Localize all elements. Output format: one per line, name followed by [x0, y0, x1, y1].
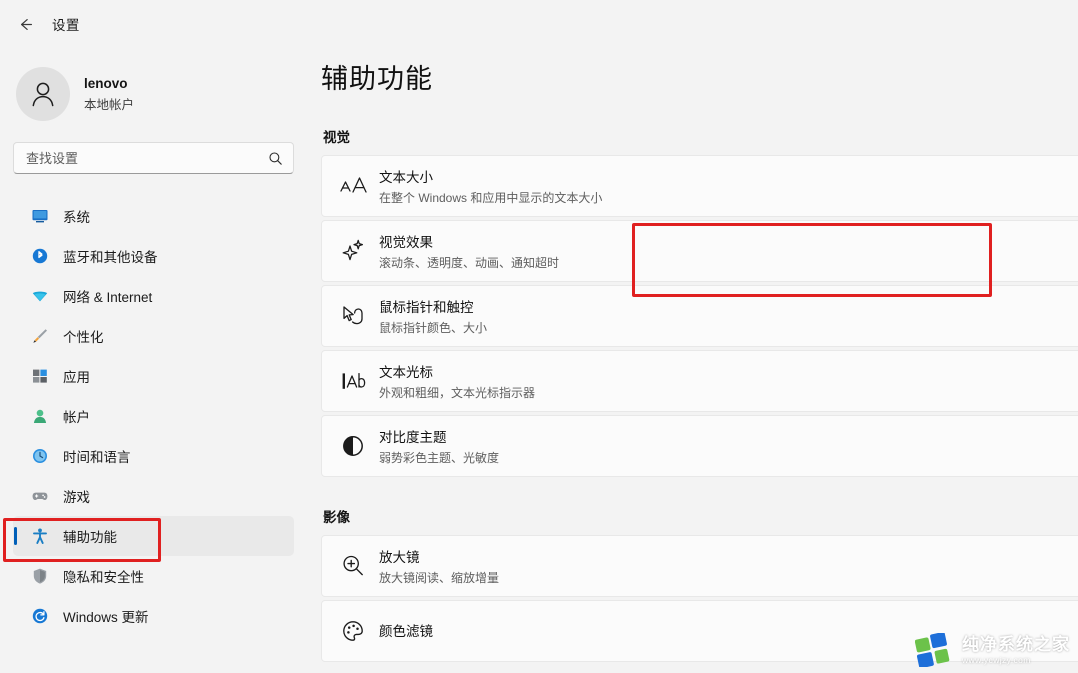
section-heading: 影像 [323, 510, 350, 525]
card-subtitle: 弱势彩色主题、光敏度 [379, 451, 500, 465]
account-card[interactable]: lenovo 本地帐户 [0, 48, 310, 126]
sidebar-item-label: 辅助功能 [63, 530, 117, 545]
back-arrow-icon[interactable] [10, 9, 40, 39]
text-size-aa-icon [339, 173, 379, 199]
mouse-pointer-icon [339, 302, 379, 330]
settings-card-row: 文本光标 外观和粗细，文本光标指示器 [321, 350, 1078, 412]
sidebar-item-7[interactable]: 时间和语言 [13, 436, 294, 476]
settings-window: 设置 lenovo 本地帐户 查找设置 系统 蓝牙和其他设备 网络 & Inte… [0, 0, 1078, 673]
settings-card[interactable]: 放大镜 放大镜阅读、缩放增量 [321, 535, 1078, 597]
gamepad-icon [31, 487, 49, 505]
settings-content: 辅助功能 视觉 文本大小 在整个 Windows 和应用中显示的文本大小 视觉效… [310, 0, 1078, 673]
card-title: 对比度主题 [379, 430, 447, 445]
settings-sections: 视觉 文本大小 在整个 Windows 和应用中显示的文本大小 视觉效果 滚动条… [321, 126, 1078, 662]
apps-icon [31, 367, 49, 385]
section-heading: 视觉 [323, 130, 350, 145]
settings-card-row: 鼠标指针和触控 鼠标指针颜色、大小 [321, 285, 1078, 347]
sidebar-item-label: 应用 [63, 370, 90, 385]
settings-card-row: 对比度主题 弱势彩色主题、光敏度 [321, 415, 1078, 477]
search-icon[interactable] [268, 151, 283, 166]
card-subtitle: 滚动条、透明度、动画、通知超时 [379, 256, 560, 270]
card-subtitle: 鼠标指针颜色、大小 [379, 321, 488, 335]
account-type: 本地帐户 [84, 97, 135, 112]
sidebar-item-label: Windows 更新 [63, 610, 149, 625]
settings-card[interactable]: 对比度主题 弱势彩色主题、光敏度 [321, 415, 1078, 477]
sidebar-item-10[interactable]: 隐私和安全性 [13, 556, 294, 596]
page-title: 辅助功能 [321, 64, 433, 94]
settings-card[interactable]: 鼠标指针和触控 鼠标指针颜色、大小 [321, 285, 1078, 347]
sidebar-item-label: 网络 & Internet [63, 290, 153, 305]
wifi-icon [31, 287, 49, 305]
search-input[interactable] [26, 150, 268, 166]
card-subtitle: 放大镜阅读、缩放增量 [379, 571, 500, 585]
watermark-logo-icon [915, 633, 950, 667]
sidebar-item-11[interactable]: Windows 更新 [13, 596, 294, 636]
watermark-name: 纯净系统之家 [962, 634, 1070, 654]
sidebar-item-label: 时间和语言 [63, 450, 131, 465]
card-title: 鼠标指针和触控 [379, 300, 474, 315]
title-bar: 设置 [0, 0, 310, 48]
section-card-list: 文本大小 在整个 Windows 和应用中显示的文本大小 视觉效果 滚动条、透明… [321, 155, 1078, 477]
card-title: 放大镜 [379, 550, 420, 565]
color-filter-icon [339, 617, 379, 645]
account-icon [31, 407, 49, 425]
account-name: lenovo [84, 75, 128, 91]
sidebar-item-label: 隐私和安全性 [63, 570, 144, 585]
watermark-url: www.ycwjzy.com [962, 654, 1031, 665]
sidebar-item-label: 系统 [63, 210, 90, 225]
sidebar-item-4[interactable]: 个性化 [13, 316, 294, 356]
paintbrush-icon [31, 327, 49, 345]
monitor-icon [31, 207, 49, 225]
sidebar-item-1[interactable]: 系统 [13, 196, 294, 236]
sidebar-nav: 系统 蓝牙和其他设备 网络 & Internet 个性化 应用 帐户 时间和语言… [0, 196, 310, 636]
magnifier-plus-icon [339, 552, 379, 580]
sidebar-item-3[interactable]: 网络 & Internet [13, 276, 294, 316]
settings-card-row: 视觉效果 滚动条、透明度、动画、通知超时 [321, 220, 1078, 282]
sidebar-item-5[interactable]: 应用 [13, 356, 294, 396]
sidebar-item-6[interactable]: 帐户 [13, 396, 294, 436]
settings-card[interactable]: 文本光标 外观和粗细，文本光标指示器 [321, 350, 1078, 412]
sidebar-item-label: 个性化 [63, 330, 104, 345]
sparkle-effects-icon [339, 237, 379, 265]
text-cursor-ab-icon [339, 368, 379, 394]
sidebar-item-label: 游戏 [63, 490, 90, 505]
sidebar-item-9[interactable]: 辅助功能 [13, 516, 294, 556]
settings-card-row: 放大镜 放大镜阅读、缩放增量 [321, 535, 1078, 597]
card-title: 颜色滤镜 [379, 623, 433, 639]
sidebar-item-label: 帐户 [63, 410, 90, 425]
sidebar-item-2[interactable]: 蓝牙和其他设备 [13, 236, 294, 276]
sidebar-item-label: 蓝牙和其他设备 [63, 250, 158, 265]
bluetooth-icon [31, 247, 49, 265]
card-subtitle: 在整个 Windows 和应用中显示的文本大小 [379, 191, 603, 205]
settings-card[interactable]: 文本大小 在整个 Windows 和应用中显示的文本大小 [321, 155, 1078, 217]
search-box[interactable] [13, 142, 294, 174]
card-title: 文本大小 [379, 170, 433, 185]
contrast-circle-icon [339, 432, 379, 460]
person-avatar-icon [16, 67, 70, 121]
settings-sidebar: 设置 lenovo 本地帐户 查找设置 系统 蓝牙和其他设备 网络 & Inte… [0, 0, 310, 673]
shield-icon [31, 567, 49, 585]
watermark: 纯净系统之家 www.ycwjzy.com [915, 633, 1070, 667]
card-title: 视觉效果 [379, 235, 433, 250]
card-subtitle: 外观和粗细，文本光标指示器 [379, 386, 536, 400]
clock-globe-icon [31, 447, 49, 465]
app-title: 设置 [52, 18, 80, 33]
card-title: 文本光标 [379, 365, 433, 380]
settings-card[interactable]: 视觉效果 滚动条、透明度、动画、通知超时 [321, 220, 1078, 282]
accessibility-icon [31, 527, 49, 545]
settings-card-row: 文本大小 在整个 Windows 和应用中显示的文本大小 [321, 155, 1078, 217]
update-icon [31, 607, 49, 625]
sidebar-item-8[interactable]: 游戏 [13, 476, 294, 516]
